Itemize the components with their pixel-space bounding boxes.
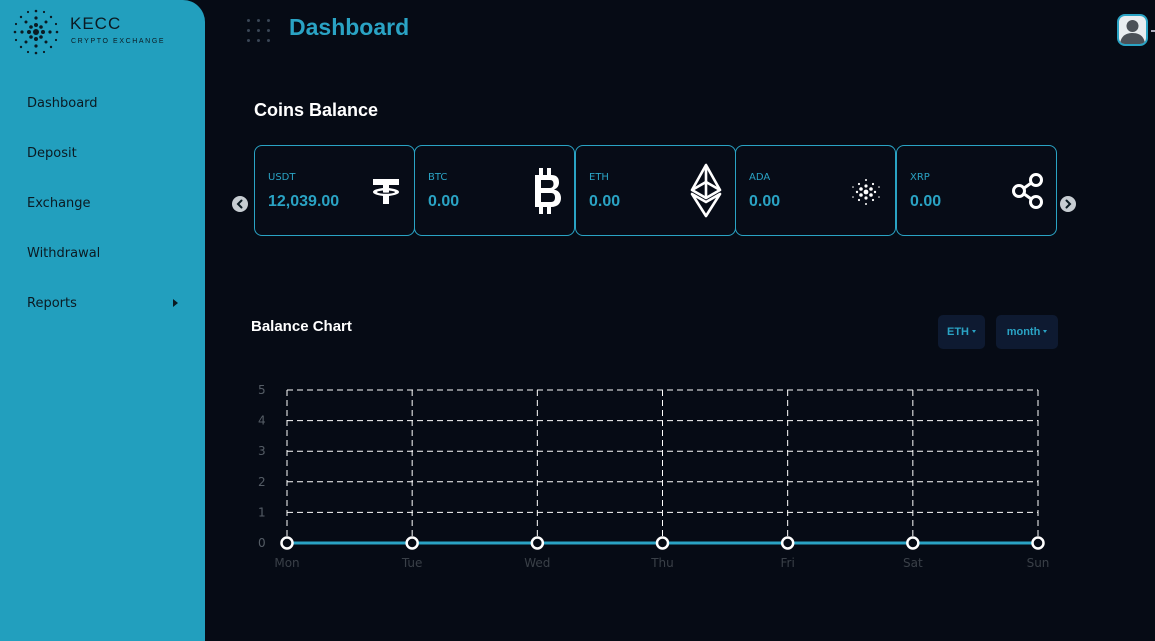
balance-line-chart: 0 1 2 3 4 5 Mon Tue Wed Thu Fri Sat Sun xyxy=(258,383,1050,570)
sidebar-item-deposit[interactable]: Deposit xyxy=(0,140,205,190)
chevron-left-icon xyxy=(236,199,243,209)
x-tick-label: Sat xyxy=(903,556,923,570)
page-title: Dashboard xyxy=(289,14,410,40)
coins-carousel: USDT 12,039.00 BTC 0.00 ETH 0.00 ADA 0.0… xyxy=(254,145,1057,236)
sidebar-item-label: Exchange xyxy=(27,196,91,211)
x-tick-label: Sun xyxy=(1027,556,1050,570)
coin-name: USDT xyxy=(268,172,296,183)
coin-amount: 0.00 xyxy=(589,193,621,210)
data-point xyxy=(530,536,545,550)
x-tick-label: Thu xyxy=(650,556,674,570)
ethereum-icon xyxy=(690,163,722,218)
coin-amount: 0.00 xyxy=(910,193,942,210)
coin-card-ada[interactable]: ADA 0.00 xyxy=(735,145,896,236)
sidebar: KECC CRYPTO EXCHANGE Dashboard Deposit E… xyxy=(0,0,205,641)
caret-down-icon xyxy=(1043,330,1048,333)
x-tick-label: Wed xyxy=(524,556,550,570)
period-select[interactable]: month xyxy=(996,315,1058,349)
data-point xyxy=(405,536,419,550)
cardano-icon xyxy=(852,179,880,205)
coins-balance-title: Coins Balance xyxy=(254,100,379,120)
x-tick-label: Tue xyxy=(401,556,423,570)
logo[interactable]: KECC CRYPTO EXCHANGE xyxy=(10,2,200,62)
sidebar-item-label: Deposit xyxy=(27,146,77,161)
app: KECC CRYPTO EXCHANGE Dashboard Deposit E… xyxy=(0,0,1155,641)
data-point xyxy=(655,536,670,550)
y-tick-label: 1 xyxy=(258,505,266,519)
coin-select-value: ETH xyxy=(947,326,969,338)
sidebar-nav: Dashboard Deposit Exchange Withdrawal Re… xyxy=(0,90,205,340)
coin-card-xrp[interactable]: XRP 0.00 xyxy=(896,145,1057,236)
coin-select[interactable]: ETH xyxy=(938,315,985,349)
carousel-prev-button[interactable] xyxy=(232,196,248,212)
logo-mark-icon xyxy=(13,9,59,55)
avatar-caret-icon[interactable] xyxy=(1151,30,1155,32)
sidebar-item-label: Withdrawal xyxy=(27,246,101,261)
y-tick-label: 4 xyxy=(258,414,266,428)
brand-tagline: CRYPTO EXCHANGE xyxy=(71,38,166,45)
chevron-right-icon xyxy=(1065,199,1072,209)
sidebar-item-exchange[interactable]: Exchange xyxy=(0,190,205,240)
brand-name: KECC xyxy=(70,14,122,33)
data-point xyxy=(1031,536,1045,550)
period-select-value: month xyxy=(1006,326,1041,338)
sidebar-item-label: Reports xyxy=(27,296,77,311)
coin-amount: 0.00 xyxy=(428,193,460,210)
coin-amount: 0.00 xyxy=(749,193,781,210)
y-tick-label: 5 xyxy=(258,383,266,397)
balance-chart-title: Balance Chart xyxy=(251,318,352,335)
coin-card-btc[interactable]: BTC 0.00 xyxy=(414,145,575,236)
coin-card-eth[interactable]: ETH 0.00 xyxy=(575,145,736,236)
coin-name: XRP xyxy=(910,172,930,183)
sidebar-item-withdrawal[interactable]: Withdrawal xyxy=(0,240,205,290)
coin-name: BTC xyxy=(428,172,448,183)
y-tick-label: 3 xyxy=(258,444,266,458)
coin-name: ETH xyxy=(589,172,609,183)
y-tick-label: 0 xyxy=(258,536,266,550)
data-point xyxy=(280,536,294,550)
sidebar-item-reports[interactable]: Reports xyxy=(0,290,205,340)
sidebar-item-label: Dashboard xyxy=(27,96,98,111)
avatar[interactable] xyxy=(1117,14,1148,46)
x-tick-label: Fri xyxy=(781,556,795,570)
data-point xyxy=(780,536,795,550)
tether-icon xyxy=(373,179,399,204)
xrp-icon xyxy=(1012,173,1043,209)
sidebar-item-dashboard[interactable]: Dashboard xyxy=(0,90,205,140)
carousel-next-button[interactable] xyxy=(1060,196,1076,212)
y-tick-label: 2 xyxy=(258,475,266,489)
bitcoin-icon xyxy=(535,168,561,214)
x-tick-label: Mon xyxy=(274,556,299,570)
menu-grid-icon[interactable] xyxy=(246,18,272,44)
coin-name: ADA xyxy=(749,172,771,183)
data-point xyxy=(906,536,920,550)
coin-card-usdt[interactable]: USDT 12,039.00 xyxy=(254,145,415,236)
coin-amount: 12,039.00 xyxy=(268,193,340,210)
user-icon xyxy=(1120,20,1145,44)
caret-right-icon xyxy=(173,299,178,307)
caret-down-icon xyxy=(972,330,976,333)
